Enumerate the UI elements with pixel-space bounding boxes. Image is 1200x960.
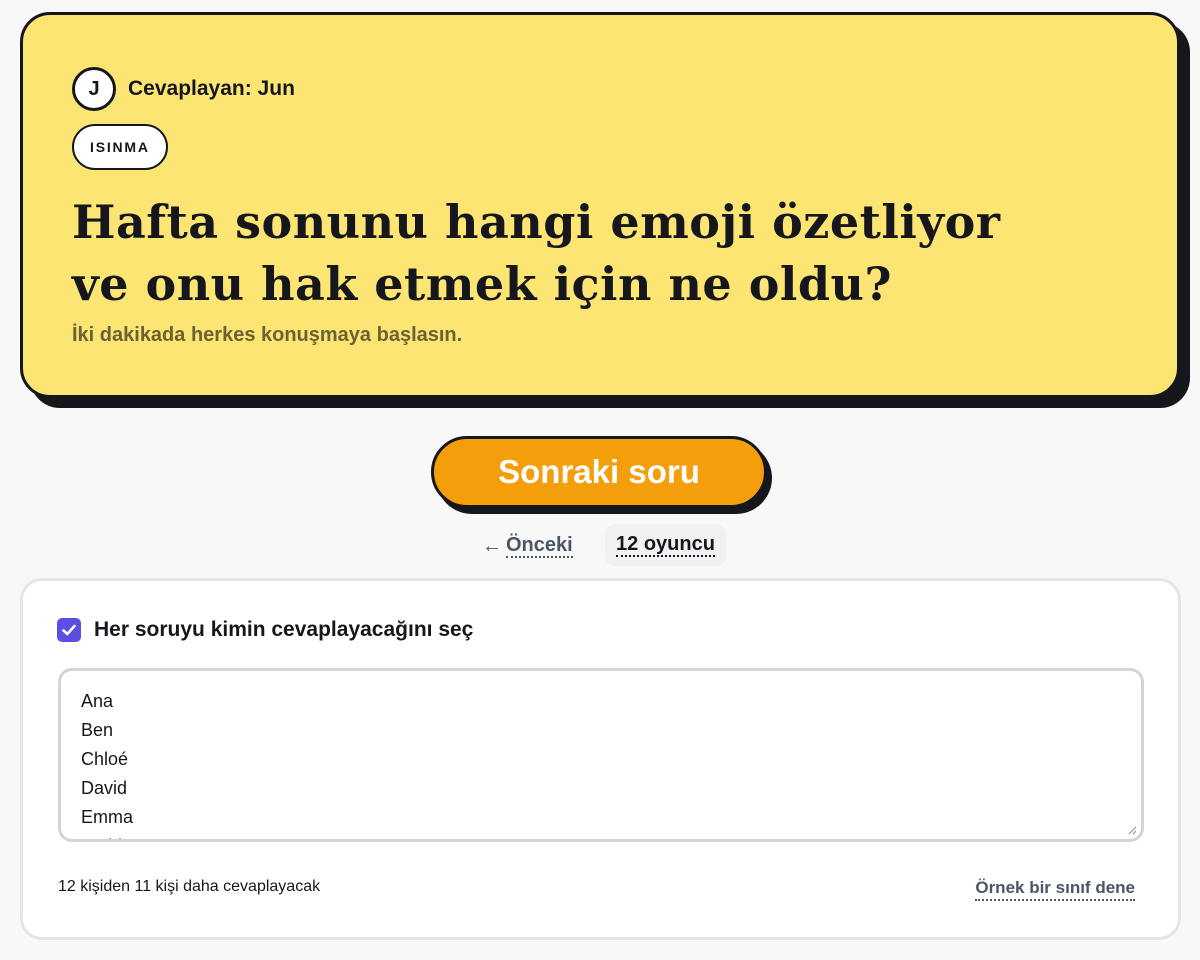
player-name: Farid xyxy=(81,832,1141,839)
question-card: J Cevaplayan: Jun ISINMA Hafta sonunu ha… xyxy=(20,12,1180,398)
answerer-label: Cevaplayan: Jun xyxy=(128,77,295,100)
question-text: Hafta sonunu hangi emoji özetliyor ve on… xyxy=(72,191,1152,315)
question-subtitle: İki dakikada herkes konuşmaya başlasın. xyxy=(72,324,463,346)
player-name: Ana xyxy=(81,691,114,711)
players-count-button[interactable]: 12 oyuncu xyxy=(605,524,726,566)
player-name: Ben xyxy=(81,720,114,740)
pick-answerer-toggle[interactable]: Her soruyu kimin cevaplayacağını seç xyxy=(57,618,473,642)
player-name: Chloé xyxy=(81,749,129,769)
answerer: J Cevaplayan: Jun xyxy=(72,67,295,111)
player-name: David xyxy=(81,778,128,798)
next-question-button[interactable]: Sonraki soru xyxy=(431,436,767,508)
player-name: Emma xyxy=(81,807,134,827)
resize-grip-icon[interactable] xyxy=(1127,825,1137,835)
previous-question-link[interactable]: ← Önceki xyxy=(482,531,573,561)
remaining-players-text: 12 kişiden 11 kişi daha cevaplayacak xyxy=(58,878,321,895)
question-line-1: Hafta sonunu hangi emoji özetliyor xyxy=(72,195,1001,249)
page: J Cevaplayan: Jun ISINMA Hafta sonunu ha… xyxy=(0,0,1200,960)
answerer-settings-panel: Her soruyu kimin cevaplayacağını seç Ana… xyxy=(20,578,1181,940)
players-count-label: 12 oyuncu xyxy=(616,533,715,557)
pick-answerer-checkbox[interactable] xyxy=(57,618,81,642)
previous-label: Önceki xyxy=(506,534,573,558)
check-icon xyxy=(62,624,76,636)
sample-class-link[interactable]: Örnek bir sınıf dene xyxy=(975,877,1135,901)
question-line-2: ve onu hak etmek için ne oldu? xyxy=(72,257,892,311)
arrow-left-icon: ← xyxy=(482,534,502,557)
pick-answerer-label: Her soruyu kimin cevaplayacağını seç xyxy=(94,618,474,641)
avatar: J xyxy=(72,67,116,111)
category-tag: ISINMA xyxy=(72,124,168,170)
players-textarea[interactable]: Ana Ben Chloé David Emma Farid xyxy=(58,668,1144,842)
